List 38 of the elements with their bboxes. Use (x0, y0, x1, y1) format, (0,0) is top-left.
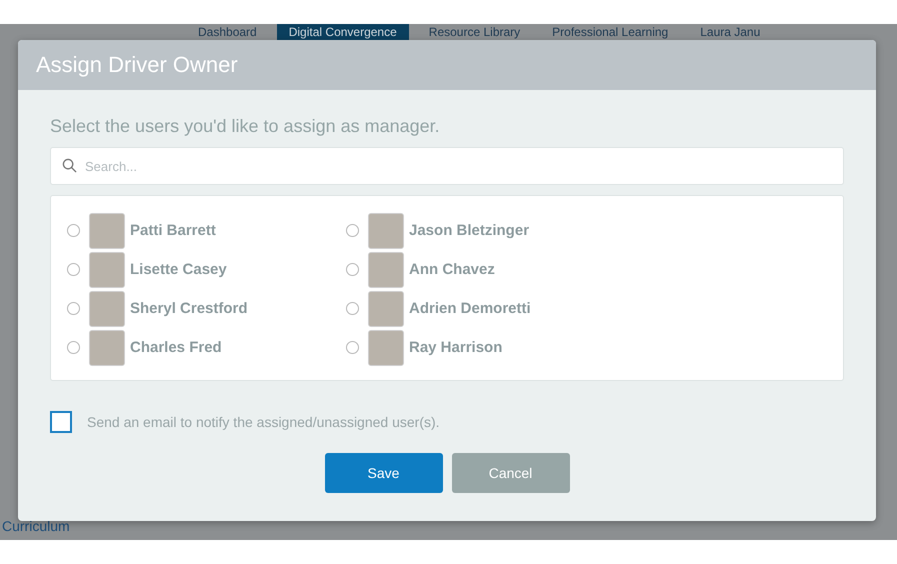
search-field[interactable]: Search... (50, 147, 844, 185)
radio-button[interactable] (67, 341, 80, 354)
save-button[interactable]: Save (324, 453, 442, 493)
search-icon (62, 158, 77, 173)
photo-placeholder (89, 252, 125, 288)
dialog-title: Assign Driver Owner (36, 52, 238, 78)
user-name[interactable]: Lisette Casey (130, 261, 227, 278)
photo-placeholder (368, 212, 404, 248)
radio-button[interactable] (346, 224, 359, 237)
user-name[interactable]: Adrien Demoretti (409, 300, 531, 317)
section-label: Curriculum (2, 518, 70, 534)
photo-placeholder (368, 290, 404, 326)
radio-button[interactable] (67, 224, 80, 237)
nav-tab[interactable]: Resource Library (416, 24, 532, 40)
radio-button[interactable] (346, 341, 359, 354)
user-name[interactable]: Charles Fred (130, 339, 222, 356)
photo-placeholder (368, 252, 404, 288)
photo-placeholder (89, 212, 125, 248)
user-name[interactable]: Jason Bletzinger (409, 222, 530, 239)
photo-placeholder (368, 330, 404, 366)
nav-tab[interactable]: Professional Learning (540, 24, 680, 40)
cancel-button[interactable]: Cancel (452, 453, 570, 493)
nav-tab[interactable]: Digital Convergence (276, 24, 409, 40)
nav-tab[interactable]: Laura Janu (688, 24, 772, 40)
radio-button[interactable] (346, 302, 359, 315)
prompt-text: Select the users you'd like to assign as manager. (50, 116, 441, 137)
photo-placeholder (89, 290, 125, 326)
user-name[interactable]: Sheryl Crestford (130, 300, 248, 317)
user-name[interactable]: Ray Harrison (409, 339, 502, 356)
radio-button[interactable] (67, 302, 80, 315)
user-name[interactable]: Ann Chavez (409, 261, 495, 278)
photo-placeholder (89, 330, 125, 366)
user-name[interactable]: Patti Barrett (130, 222, 216, 239)
checkbox[interactable] (50, 411, 72, 433)
checkbox-label: Send an email to notify the assigned/unassigned user(s). (87, 414, 440, 430)
nav-tab[interactable]: Dashboard (186, 24, 269, 40)
radio-button[interactable] (346, 263, 359, 276)
radio-button[interactable] (67, 263, 80, 276)
